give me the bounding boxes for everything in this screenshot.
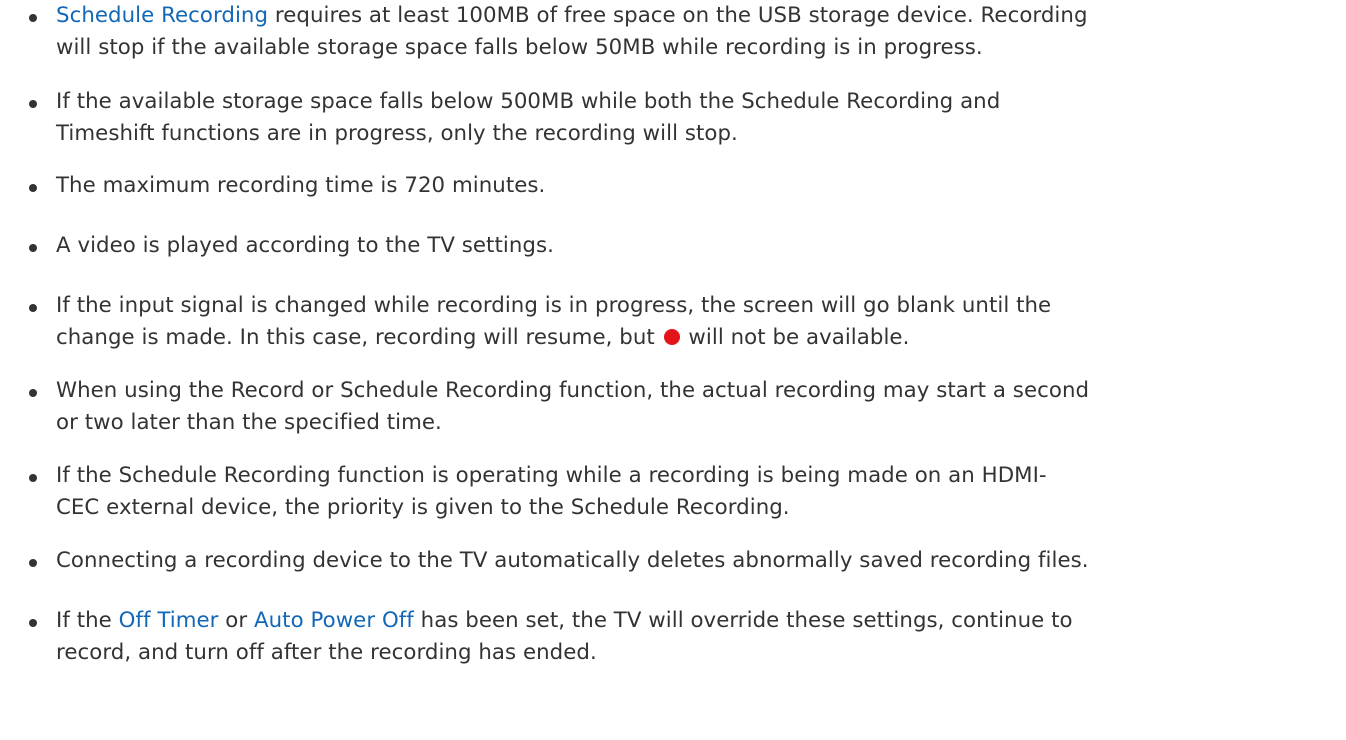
note-line: When using the Record or Schedule Record…: [56, 378, 1090, 403]
note-text: If the available storage space falls bel…: [56, 86, 1341, 150]
bullet-icon: [29, 100, 37, 108]
bullet-icon: [29, 14, 37, 22]
note-line-text: requires at least 100MB of free space on…: [268, 3, 1088, 28]
bullet-icon: [29, 389, 37, 397]
auto-power-off-link[interactable]: Auto Power Off: [254, 608, 414, 633]
note-text: Connecting a recording device to the TV …: [56, 545, 1341, 577]
note-line: Connecting a recording device to the TV …: [56, 548, 1089, 573]
note-line: A video is played according to the TV se…: [56, 233, 554, 258]
note-line: CEC external device, the priority is giv…: [56, 495, 790, 520]
note-line-text: or: [218, 608, 255, 633]
note-line-text: has been set, the TV will override these…: [413, 608, 1073, 633]
note-line: will stop if the available storage space…: [56, 35, 983, 60]
bullet-icon: [29, 619, 37, 627]
note-line: change is made. In this case, recording …: [56, 322, 1341, 354]
note-line: record, and turn off after the recording…: [56, 640, 597, 665]
note-line: Timeshift functions are in progress, onl…: [56, 121, 738, 146]
note-line-text: will not be available.: [681, 325, 910, 350]
note-text: A video is played according to the TV se…: [56, 230, 1341, 262]
recording-notes-document: Schedule Recording requires at least 100…: [0, 0, 1346, 740]
bullet-icon: [29, 244, 37, 252]
note-line: or two later than the specified time.: [56, 410, 442, 435]
note-line: The maximum recording time is 720 minute…: [56, 173, 546, 198]
note-text: Schedule Recording requires at least 100…: [56, 0, 1341, 64]
off-timer-link[interactable]: Off Timer: [119, 608, 219, 633]
note-text: If the input signal is changed while rec…: [56, 290, 1341, 354]
note-line: If the available storage space falls bel…: [56, 89, 1001, 114]
note-line: If the input signal is changed while rec…: [56, 293, 1052, 318]
bullet-icon: [29, 184, 37, 192]
note-line: Schedule Recording requires at least 100…: [56, 0, 1341, 32]
note-line: If the Off Timer or Auto Power Off has b…: [56, 605, 1341, 637]
note-line: If the Schedule Recording function is op…: [56, 463, 1047, 488]
bullet-icon: [29, 559, 37, 567]
note-text: When using the Record or Schedule Record…: [56, 375, 1341, 439]
note-text: The maximum recording time is 720 minute…: [56, 170, 1341, 202]
note-text: If the Schedule Recording function is op…: [56, 460, 1341, 524]
note-text: If the Off Timer or Auto Power Off has b…: [56, 605, 1341, 669]
bullet-icon: [29, 474, 37, 482]
bullet-icon: [29, 304, 37, 312]
note-line-text: If the: [56, 608, 119, 633]
schedule-recording-link[interactable]: Schedule Recording: [56, 3, 268, 28]
record-dot-icon: [663, 329, 680, 345]
note-line-text: change is made. In this case, recording …: [56, 325, 662, 350]
